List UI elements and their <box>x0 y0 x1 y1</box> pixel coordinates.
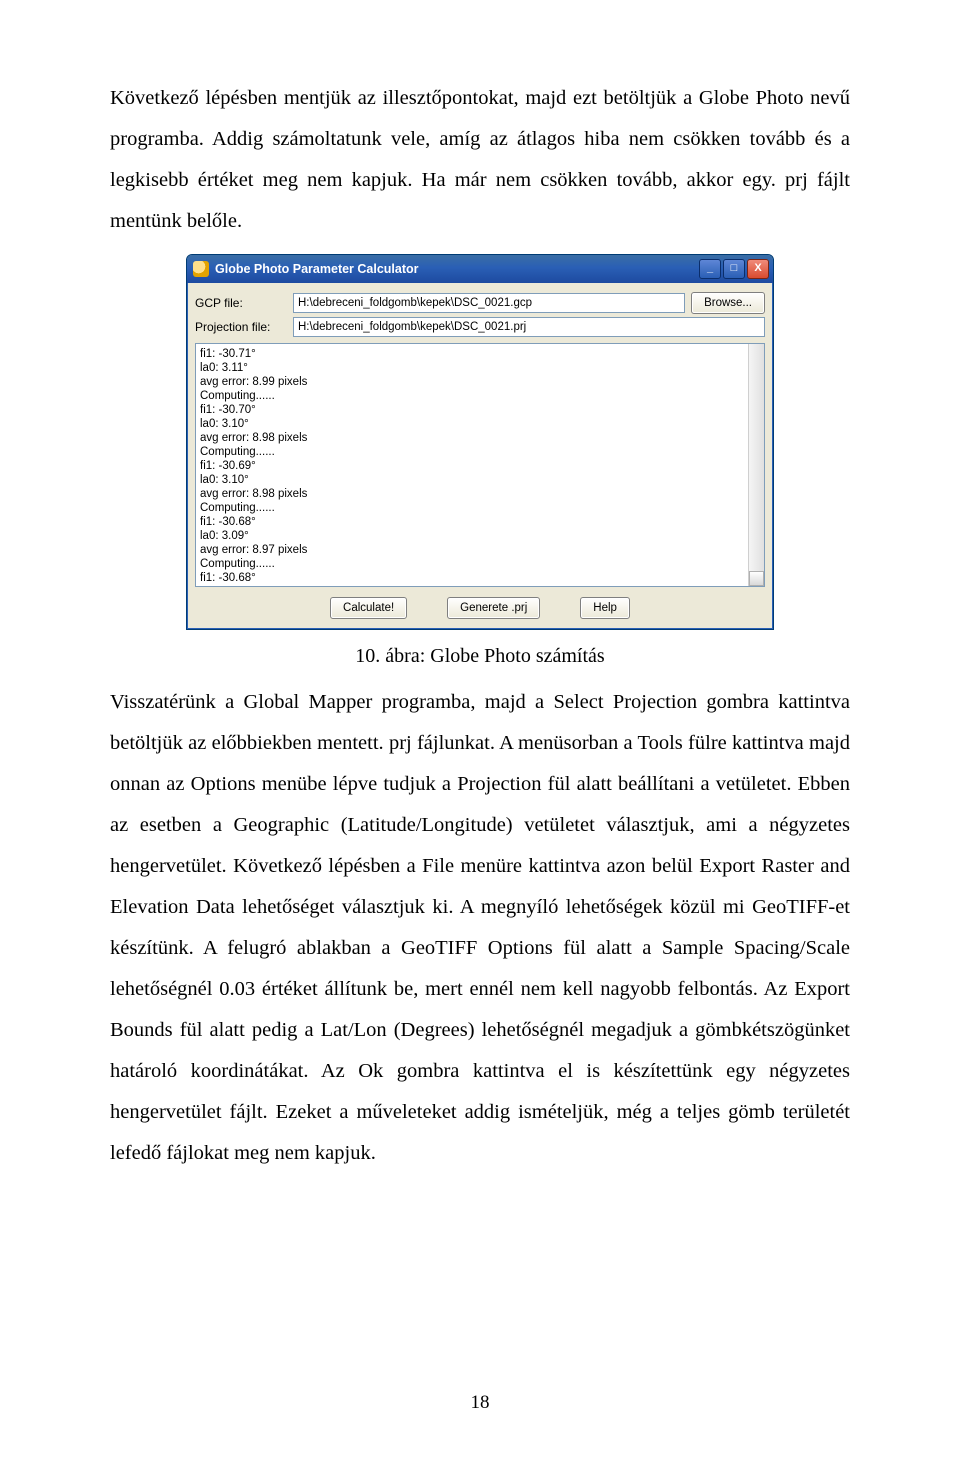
gcp-file-label: GCP file: <box>195 296 287 310</box>
close-button[interactable]: X <box>747 259 769 279</box>
paragraph-intro: Következő lépésben mentjük az illesztőpo… <box>110 78 850 242</box>
app-icon <box>193 261 209 277</box>
calculate-button[interactable]: Calculate! <box>330 597 407 619</box>
projection-file-input[interactable] <box>293 317 765 337</box>
gcp-file-input[interactable] <box>293 293 685 313</box>
help-button[interactable]: Help <box>580 597 630 619</box>
projection-file-label: Projection file: <box>195 320 287 334</box>
page-number: 18 <box>0 1392 960 1414</box>
figure-globe-photo: Globe Photo Parameter Calculator _ □ X G… <box>110 254 850 635</box>
browse-gcp-button[interactable]: Browse... <box>691 292 765 314</box>
window-buttons: _ □ X <box>699 259 769 279</box>
window-titlebar: Globe Photo Parameter Calculator _ □ X <box>187 255 773 283</box>
scrollbar-down-icon[interactable] <box>749 571 764 586</box>
minimize-button[interactable]: _ <box>699 259 721 279</box>
globe-photo-window: Globe Photo Parameter Calculator _ □ X G… <box>186 254 774 630</box>
paragraph-body: Visszatérünk a Global Mapper programba, … <box>110 682 850 1174</box>
figure-caption: 10. ábra: Globe Photo számítás <box>110 645 850 668</box>
generate-prj-button[interactable]: Generete .prj <box>447 597 540 619</box>
maximize-button[interactable]: □ <box>723 259 745 279</box>
log-text: fi1: -30.71° la0: 3.11° avg error: 8.99 … <box>200 348 307 587</box>
window-title: Globe Photo Parameter Calculator <box>215 262 419 276</box>
computation-log: fi1: -30.71° la0: 3.11° avg error: 8.99 … <box>195 343 765 587</box>
